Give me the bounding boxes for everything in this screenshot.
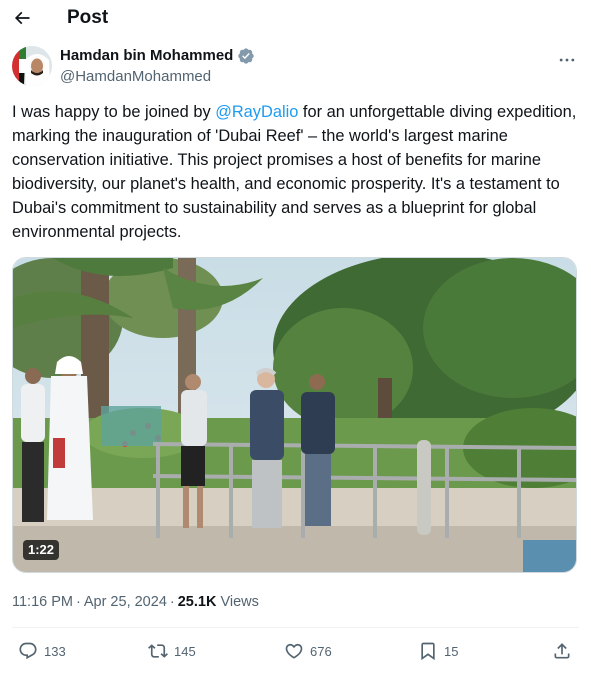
avatar-image xyxy=(12,46,52,86)
tweet-date[interactable]: Apr 25, 2024 xyxy=(84,594,167,610)
author-names: Hamdan bin Mohammed @HamdanMohammed xyxy=(60,46,255,87)
repost-button[interactable]: 145 xyxy=(148,638,196,664)
tweet-text-part: for an unforgettable diving expedition, … xyxy=(12,103,577,241)
reply-count: 133 xyxy=(44,643,66,659)
tweet-time[interactable]: 11:16 PM xyxy=(12,594,73,610)
tweet-text: I was happy to be joined by @RayDalio fo… xyxy=(12,100,580,244)
more-options-button[interactable] xyxy=(555,50,579,70)
views-count: 25.1K xyxy=(177,594,217,610)
divider xyxy=(12,627,579,628)
views-label: Views xyxy=(220,594,259,610)
video-player[interactable]: 1:22 xyxy=(12,257,577,573)
reply-button[interactable]: 133 xyxy=(18,638,66,664)
action-bar: 133 145 676 15 xyxy=(0,638,591,664)
verified-badge-icon[interactable] xyxy=(237,47,255,65)
video-thumbnail xyxy=(13,258,576,572)
bookmark-button[interactable]: 15 xyxy=(418,638,458,664)
meta-separator: · xyxy=(169,594,175,610)
repost-count: 145 xyxy=(174,643,196,659)
heart-icon xyxy=(285,643,303,659)
bookmark-count: 15 xyxy=(444,643,459,659)
display-name-row: Hamdan bin Mohammed xyxy=(60,46,255,66)
top-bar: Post xyxy=(0,0,591,36)
page-title: Post xyxy=(67,7,109,28)
bookmark-icon xyxy=(421,642,435,661)
arrow-left-icon xyxy=(14,11,30,25)
share-icon xyxy=(554,643,570,659)
back-button[interactable] xyxy=(10,6,34,30)
mention-link[interactable]: @RayDalio xyxy=(215,103,298,121)
author-handle[interactable]: @HamdanMohammed xyxy=(60,67,255,87)
tweet-text-part: I was happy to be joined by xyxy=(12,103,216,121)
avatar[interactable] xyxy=(12,46,52,86)
like-button[interactable]: 676 xyxy=(284,638,332,664)
share-button[interactable] xyxy=(552,638,572,664)
display-name[interactable]: Hamdan bin Mohammed xyxy=(60,46,233,66)
more-horizontal-icon xyxy=(559,58,575,62)
author-row: Hamdan bin Mohammed @HamdanMohammed xyxy=(12,46,579,88)
repost-icon xyxy=(148,644,168,658)
video-duration-badge: 1:22 xyxy=(23,540,60,560)
meta-separator: · xyxy=(76,594,81,610)
reply-icon xyxy=(19,642,37,660)
like-count: 676 xyxy=(310,643,332,659)
tweet-meta: 11:16 PM · Apr 25, 2024 · 25.1K Views xyxy=(12,592,259,612)
